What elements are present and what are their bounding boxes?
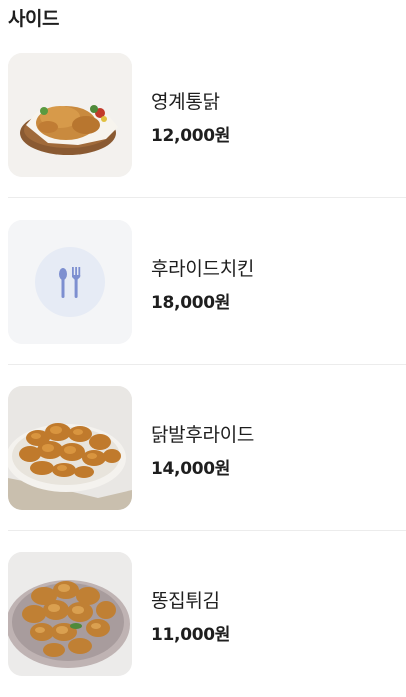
fried-chicken-feet-photo bbox=[8, 386, 132, 510]
fried-gizzard-photo bbox=[8, 552, 132, 676]
item-name: 닭발후라이드 bbox=[151, 424, 255, 446]
roast-chicken-photo bbox=[8, 53, 132, 177]
utensils-placeholder-icon bbox=[8, 220, 132, 344]
item-price: 14,000원 bbox=[151, 459, 231, 479]
item-name: 똥집튀김 bbox=[151, 590, 220, 612]
section-title: 사이드 bbox=[8, 8, 59, 30]
item-price: 18,000원 bbox=[151, 293, 231, 313]
item-name: 영계통닭 bbox=[151, 91, 220, 113]
item-name: 후라이드치킨 bbox=[151, 258, 255, 280]
image-placeholder bbox=[8, 220, 132, 344]
menu-item[interactable]: 영계통닭 12,000원 bbox=[8, 32, 406, 198]
divider bbox=[8, 197, 406, 198]
menu-item[interactable]: 닭발후라이드 14,000원 bbox=[8, 365, 406, 531]
item-price: 12,000원 bbox=[151, 126, 231, 146]
menu-item[interactable]: 똥집튀김 11,000원 bbox=[8, 531, 406, 697]
item-price: 11,000원 bbox=[151, 625, 231, 645]
menu-item[interactable]: 후라이드치킨 18,000원 bbox=[8, 199, 406, 365]
